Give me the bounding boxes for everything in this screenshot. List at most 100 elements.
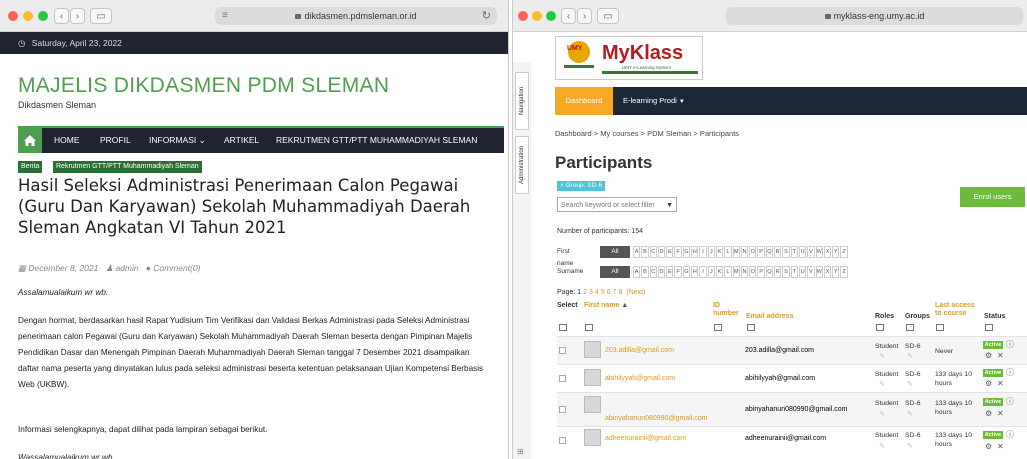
firstname-letter-m[interactable]: M: [732, 246, 740, 258]
firstname-letter-w[interactable]: W: [815, 246, 823, 258]
surname-letter-a[interactable]: A: [633, 266, 641, 278]
page-link-3[interactable]: 3: [589, 289, 593, 296]
firstname-all-button[interactable]: All: [600, 246, 630, 258]
page-link-6[interactable]: 6: [607, 289, 611, 296]
collapse-roles-icon[interactable]: [876, 324, 884, 331]
col-header-idnumber[interactable]: ID number: [713, 302, 743, 318]
firstname-letter-r[interactable]: R: [774, 246, 782, 258]
col-header-lastaccess[interactable]: Last access to course: [935, 302, 980, 318]
firstname-letter-a[interactable]: A: [633, 246, 641, 258]
back-arrow-icon[interactable]: ‹: [54, 8, 69, 24]
firstname-letter-e[interactable]: E: [666, 246, 674, 258]
surname-letter-m[interactable]: M: [732, 266, 740, 278]
surname-letter-h[interactable]: H: [691, 266, 699, 278]
post-date[interactable]: December 8, 2021: [28, 263, 98, 273]
back-arrow-icon[interactable]: ‹: [561, 8, 576, 24]
firstname-letter-c[interactable]: C: [649, 246, 657, 258]
col-header-firstname[interactable]: First name ▲: [584, 302, 628, 310]
pencil-icon[interactable]: ✎: [879, 380, 885, 388]
info-icon[interactable]: ⓘ: [1006, 341, 1014, 349]
status-badge[interactable]: Active: [983, 398, 1003, 406]
firstname-letter-p[interactable]: P: [757, 246, 765, 258]
address-bar[interactable]: ≡ dikdasmen.pdmsleman.or.id ↻: [215, 7, 497, 25]
participant-name-link[interactable]: abinyahanun080990@gmail.com: [605, 415, 707, 422]
surname-letter-c[interactable]: C: [649, 266, 657, 278]
close-icon[interactable]: ✕: [997, 380, 1004, 388]
maximize-window-button[interactable]: [546, 11, 556, 21]
nav-item-artikel[interactable]: ARTIKEL: [224, 128, 259, 153]
page-link-8[interactable]: 8: [619, 289, 623, 296]
forward-arrow-icon[interactable]: ›: [70, 8, 85, 24]
firstname-letter-f[interactable]: F: [674, 246, 682, 258]
pencil-icon[interactable]: ✎: [907, 410, 913, 418]
pencil-icon[interactable]: ✎: [907, 380, 913, 388]
row-select-checkbox[interactable]: [559, 406, 566, 413]
surname-letter-x[interactable]: X: [823, 266, 832, 278]
surname-letter-n[interactable]: N: [740, 266, 749, 278]
sidebar-toggle-icon[interactable]: ▭: [597, 8, 619, 24]
surname-letter-y[interactable]: Y: [832, 266, 840, 278]
minimize-window-button[interactable]: [23, 11, 33, 21]
page-next-link[interactable]: (Next): [626, 289, 645, 296]
page-link-2[interactable]: 2: [583, 289, 587, 296]
row-select-checkbox[interactable]: [559, 375, 566, 382]
firstname-letter-d[interactable]: D: [657, 246, 666, 258]
nav-item-informasi[interactable]: INFORMASI ⌄: [149, 128, 206, 153]
gear-icon[interactable]: ⚙: [985, 352, 992, 360]
close-window-button[interactable]: [8, 11, 18, 21]
close-icon[interactable]: ✕: [997, 352, 1004, 360]
home-icon[interactable]: [18, 128, 42, 153]
firstname-letter-u[interactable]: U: [798, 246, 807, 258]
firstname-letter-z[interactable]: Z: [840, 246, 848, 258]
collapse-lastaccess-icon[interactable]: [936, 324, 944, 331]
surname-letter-i[interactable]: I: [699, 266, 707, 278]
close-icon[interactable]: ✕: [997, 410, 1004, 418]
surname-letter-b[interactable]: B: [641, 266, 649, 278]
status-badge[interactable]: Active: [983, 341, 1003, 349]
firstname-letter-k[interactable]: K: [715, 246, 724, 258]
firstname-letter-y[interactable]: Y: [832, 246, 840, 258]
surname-letter-l[interactable]: L: [724, 266, 732, 278]
avatar[interactable]: [584, 369, 601, 386]
collapse-groups-icon[interactable]: [906, 324, 914, 331]
collapse-status-icon[interactable]: [985, 324, 993, 331]
gear-icon[interactable]: ⚙: [985, 443, 992, 451]
surname-all-button[interactable]: All: [600, 266, 630, 278]
reload-icon[interactable]: ↻: [482, 7, 491, 25]
row-select-checkbox[interactable]: [559, 347, 566, 354]
close-window-button[interactable]: [518, 11, 528, 21]
collapse-select-icon[interactable]: [559, 324, 567, 331]
gear-icon[interactable]: ⚙: [985, 380, 992, 388]
surname-letter-v[interactable]: V: [807, 266, 815, 278]
maximize-window-button[interactable]: [38, 11, 48, 21]
firstname-letter-v[interactable]: V: [807, 246, 815, 258]
gear-icon[interactable]: ⚙: [985, 410, 992, 418]
pencil-icon[interactable]: ✎: [879, 352, 885, 360]
surname-letter-j[interactable]: J: [707, 266, 715, 278]
pencil-icon[interactable]: ✎: [907, 352, 913, 360]
surname-letter-k[interactable]: K: [715, 266, 724, 278]
info-icon[interactable]: ⓘ: [1006, 431, 1014, 439]
surname-letter-g[interactable]: G: [682, 266, 691, 278]
sidebar-toggle-icon[interactable]: ▭: [90, 8, 112, 24]
dock-icon[interactable]: ⊞: [517, 447, 524, 456]
firstname-letter-h[interactable]: H: [691, 246, 699, 258]
surname-letter-o[interactable]: O: [749, 266, 757, 278]
col-header-email[interactable]: Email address: [746, 313, 793, 321]
surname-letter-p[interactable]: P: [757, 266, 765, 278]
firstname-letter-j[interactable]: J: [707, 246, 715, 258]
category-badge-rekrutmen[interactable]: Rekrutmen GTT/PTT Muhammadiyah Sleman: [53, 161, 202, 173]
firstname-letter-n[interactable]: N: [740, 246, 749, 258]
forward-arrow-icon[interactable]: ›: [577, 8, 592, 24]
firstname-letter-o[interactable]: O: [749, 246, 757, 258]
participant-name-link[interactable]: abihilyyah@gmail.com: [605, 375, 675, 382]
address-bar[interactable]: myklass-eng.umy.ac.id: [726, 7, 1023, 25]
surname-letter-t[interactable]: T: [790, 266, 798, 278]
group-filter-tag[interactable]: × Group: SD-6: [557, 181, 606, 191]
side-tab-administration[interactable]: Administration: [515, 136, 529, 194]
site-title[interactable]: MAJELIS DIKDASMEN PDM SLEMAN: [18, 74, 389, 98]
avatar[interactable]: [584, 341, 601, 358]
firstname-letter-q[interactable]: Q: [765, 246, 774, 258]
enrol-users-button[interactable]: Enrol users: [960, 187, 1025, 207]
participant-name-link[interactable]: adheenurainii@gmail.com: [605, 435, 686, 442]
